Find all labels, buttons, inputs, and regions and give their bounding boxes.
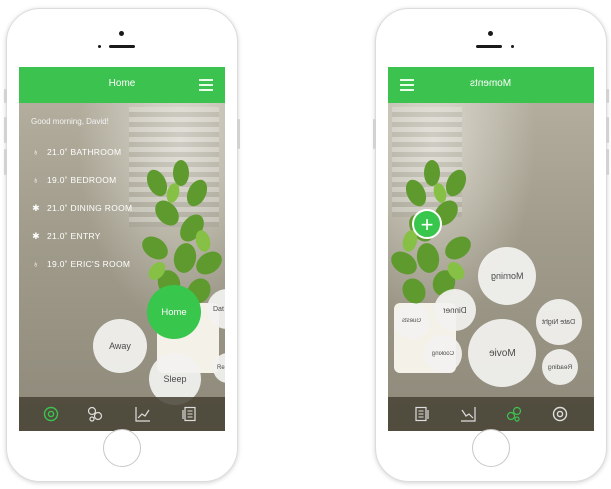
home-tab-icon[interactable] — [41, 404, 61, 424]
sensor-dot — [98, 45, 101, 48]
lightbulb-outline-icon: ♁ — [32, 147, 40, 157]
notes-tab-icon[interactable] — [179, 404, 199, 424]
room-row-erics-room[interactable]: ♁ 19.0˚ ERIC'S ROOM — [31, 259, 130, 269]
home-hardware-button[interactable] — [472, 429, 510, 467]
volume-down-button — [4, 149, 7, 175]
stats-tab-icon[interactable] — [458, 404, 478, 424]
moment-home-button[interactable]: Home — [147, 285, 201, 339]
room-name: BEDROOM — [70, 175, 117, 185]
left-screen: Home Good morning, David! ♁ 21.0˚ BATHROO… — [19, 67, 225, 431]
right-phone: Moments + Morning Dinner Guests Date Nig… — [373, 8, 609, 482]
room-temp: 19.0˚ — [47, 175, 68, 185]
earpiece-speaker — [476, 45, 502, 48]
room-row-bedroom[interactable]: ♁ 19.0˚ BEDROOM — [31, 175, 117, 185]
bottom-tab-bar — [19, 397, 225, 431]
moment-guests-button[interactable]: Guests — [394, 303, 430, 339]
devices-tab-icon[interactable] — [85, 404, 105, 424]
room-row-dining-room[interactable]: ✱ 21.0˚ DINING ROOM — [31, 203, 132, 214]
page-title: Home — [108, 78, 136, 89]
room-name: ERIC'S ROOM — [70, 259, 131, 269]
moment-reading-button[interactable]: Reading — [542, 349, 578, 385]
lightbulb-on-icon: ✱ — [32, 231, 40, 241]
left-phone: Home Good morning, David! ♁ 21.0˚ BATHROO… — [4, 8, 240, 482]
power-button — [237, 119, 240, 149]
front-camera — [488, 31, 493, 36]
bottom-tab-bar — [388, 397, 594, 431]
moment-movie-button[interactable]: Movie — [468, 319, 536, 387]
mute-switch — [4, 89, 7, 103]
room-temp: 21.0˚ — [47, 231, 68, 241]
mute-switch — [606, 89, 609, 103]
room-temp: 19.0˚ — [47, 259, 68, 269]
right-screen: Moments + Morning Dinner Guests Date Nig… — [388, 67, 594, 431]
earpiece-speaker — [109, 45, 135, 48]
hamburger-menu-icon[interactable] — [199, 79, 213, 91]
notes-tab-icon[interactable] — [412, 404, 432, 424]
volume-up-button — [4, 117, 7, 143]
moment-date-night-button[interactable]: Date Night — [536, 299, 582, 345]
volume-up-button — [606, 117, 609, 143]
home-hardware-button[interactable] — [103, 429, 141, 467]
front-camera — [119, 31, 124, 36]
moment-cooking-button[interactable]: Cooking — [424, 335, 462, 373]
page-title: Moments — [470, 78, 512, 89]
power-button — [373, 119, 376, 149]
app-bar: Moments — [388, 67, 594, 103]
room-row-bathroom[interactable]: ♁ 21.0˚ BATHROOM — [31, 147, 121, 157]
lightbulb-on-icon: ✱ — [32, 203, 40, 213]
devices-tab-icon[interactable] — [504, 404, 524, 424]
moment-away-button[interactable]: Away — [93, 319, 147, 373]
greeting-text: Good morning, David! — [31, 117, 109, 126]
add-moment-button[interactable]: + — [412, 209, 442, 239]
moment-morning-button[interactable]: Morning — [478, 247, 536, 305]
sensor-dot — [511, 45, 514, 48]
lightbulb-outline-icon: ♁ — [32, 175, 40, 185]
room-name: ENTRY — [70, 231, 101, 241]
moment-dinner-button[interactable]: Dinner — [434, 289, 476, 331]
room-temp: 21.0˚ — [47, 203, 68, 213]
home-tab-icon[interactable] — [550, 404, 570, 424]
room-temp: 21.0˚ — [47, 147, 68, 157]
plant-image — [142, 160, 222, 373]
room-name: BATHROOM — [70, 147, 122, 157]
app-bar: Home — [19, 67, 225, 103]
lightbulb-outline-icon: ♁ — [32, 259, 40, 269]
stats-tab-icon[interactable] — [133, 404, 153, 424]
volume-down-button — [606, 149, 609, 175]
room-row-entry[interactable]: ✱ 21.0˚ ENTRY — [31, 231, 101, 242]
room-name: DINING ROOM — [70, 203, 133, 213]
